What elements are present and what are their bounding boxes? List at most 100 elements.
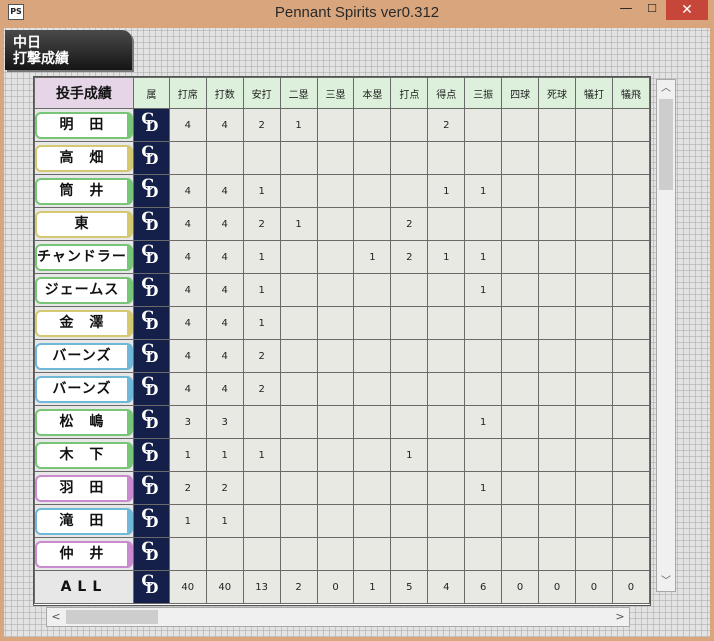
- stat-cell: [501, 372, 540, 406]
- table-row: チャンドラー C D 4 4 1 1 2 1 1: [34, 240, 650, 274]
- dragons-cd-logo-icon: CD: [141, 241, 159, 267]
- scroll-up-icon[interactable]: ︿: [657, 80, 675, 98]
- stat-cell: [316, 174, 355, 208]
- stat-cell: [501, 240, 540, 274]
- stat-cell: [279, 240, 318, 274]
- column-header[interactable]: 打点: [390, 77, 429, 109]
- stat-cell: 4: [168, 339, 207, 373]
- stat-cell: [575, 240, 613, 274]
- team-logo-cell: CD: [132, 405, 170, 439]
- stat-cell: [611, 141, 650, 175]
- scroll-right-icon[interactable]: >: [611, 608, 629, 626]
- column-header[interactable]: 二塁: [279, 77, 318, 109]
- column-header[interactable]: 犠飛: [611, 77, 650, 109]
- player-name-button[interactable]: 羽 田: [35, 474, 133, 502]
- stat-cell: [353, 108, 392, 142]
- column-header[interactable]: 属: [132, 77, 170, 109]
- stat-cell: [501, 141, 540, 175]
- stat-cell: [501, 405, 540, 439]
- player-name-button[interactable]: 高 畑: [35, 144, 133, 172]
- stat-cell: [353, 471, 392, 505]
- stat-cell: 4: [205, 372, 244, 406]
- column-header[interactable]: 死球: [538, 77, 576, 109]
- stat-cell: [611, 372, 650, 406]
- stat-cell: [427, 537, 466, 571]
- stat-cell: 1: [168, 504, 207, 538]
- player-name-button[interactable]: ジェームス: [35, 276, 133, 304]
- batting-stats-table: 投手成績 属打席 打数 安打 二塁 三塁 本塁 打点 得点 三振 四球 死球 犠打 犠飛 明 田CD44…: [34, 77, 650, 604]
- column-header[interactable]: 打席: [168, 77, 207, 109]
- player-name-button[interactable]: 松 嶋: [35, 408, 133, 436]
- total-stat-cell: 4: [427, 570, 466, 604]
- player-name-button[interactable]: 滝 田: [35, 507, 133, 535]
- pitcher-stats-toggle[interactable]: 投手成績: [34, 77, 134, 109]
- total-stat-cell: 0: [538, 570, 576, 604]
- vertical-scroll-thumb[interactable]: [659, 99, 673, 190]
- stat-cell: 2: [427, 108, 466, 142]
- column-header[interactable]: 三塁: [316, 77, 355, 109]
- vertical-scrollbar[interactable]: ︿ ﹀: [656, 79, 676, 592]
- stat-cell: [390, 141, 429, 175]
- stat-cell: [316, 273, 355, 307]
- table-row: 滝 田 CD 11: [34, 504, 650, 538]
- dragons-cd-logo-icon: CD: [141, 406, 159, 432]
- stat-cell: 1: [205, 438, 244, 472]
- stat-cell: [279, 504, 318, 538]
- player-name-button[interactable]: 東: [35, 210, 133, 238]
- player-name-button[interactable]: 仲 井: [35, 540, 133, 568]
- logo-letter-d: D: [145, 546, 159, 564]
- stat-cell: [464, 207, 503, 241]
- player-name-button[interactable]: チャンドラー: [35, 243, 133, 271]
- column-header[interactable]: 四球: [501, 77, 540, 109]
- stat-cell: [353, 537, 392, 571]
- scroll-left-icon[interactable]: <: [47, 608, 65, 626]
- stat-cell: 1: [464, 240, 503, 274]
- stat-cell: [538, 438, 576, 472]
- stat-cell: [316, 471, 355, 505]
- stat-cell: [279, 339, 318, 373]
- table-row: 仲 井 CD: [34, 537, 650, 571]
- minimize-button[interactable]: —: [613, 0, 639, 20]
- stat-cell: [427, 504, 466, 538]
- stat-cell: [353, 174, 392, 208]
- stat-cell: [316, 537, 355, 571]
- stat-cell: 1: [168, 438, 207, 472]
- stat-cell: [464, 306, 503, 340]
- stat-cell: 2: [242, 108, 281, 142]
- horizontal-scroll-thumb[interactable]: [66, 610, 158, 624]
- stat-cell: [316, 372, 355, 406]
- player-name-button[interactable]: バーンズ: [35, 375, 133, 403]
- total-stat-cell: 13: [242, 570, 281, 604]
- stat-cell: [427, 438, 466, 472]
- player-name-button[interactable]: 明 田: [35, 111, 133, 139]
- logo-letter-d: D: [145, 414, 159, 432]
- dragons-cd-logo-icon: CD: [141, 307, 159, 333]
- team-name: 中日: [13, 35, 41, 51]
- close-button[interactable]: ✕: [666, 0, 708, 20]
- stat-cell: 1: [427, 174, 466, 208]
- column-header[interactable]: 打数: [205, 77, 244, 109]
- column-header[interactable]: 犠打: [575, 77, 613, 109]
- stat-cell: [464, 504, 503, 538]
- player-name-cell: 筒 井: [34, 174, 134, 208]
- table-row-total: ALL C D 40 40 13 2 0 1 5 4 6 0 0 0 0: [34, 570, 650, 604]
- logo-letter-d: D: [145, 579, 159, 597]
- logo-letter-d: D: [145, 447, 159, 465]
- column-header[interactable]: 三振: [464, 77, 503, 109]
- stat-cell: [316, 504, 355, 538]
- player-name-button[interactable]: 筒 井: [35, 177, 133, 205]
- stat-cell: 4: [168, 174, 207, 208]
- horizontal-scrollbar[interactable]: < >: [46, 607, 630, 627]
- stat-cell: [316, 240, 355, 274]
- stat-cell: [427, 339, 466, 373]
- column-header[interactable]: 本塁: [353, 77, 392, 109]
- column-header[interactable]: 安打: [242, 77, 281, 109]
- scroll-down-icon[interactable]: ﹀: [657, 573, 675, 591]
- player-name-button[interactable]: 木 下: [35, 441, 133, 469]
- maximize-button[interactable]: ☐: [639, 0, 665, 20]
- team-logo-cell: CD: [132, 207, 170, 241]
- column-header[interactable]: 得点: [427, 77, 466, 109]
- player-name-button[interactable]: 金 澤: [35, 309, 133, 337]
- player-name-button[interactable]: バーンズ: [35, 342, 133, 370]
- table-row: 木 下CD1111: [34, 438, 650, 472]
